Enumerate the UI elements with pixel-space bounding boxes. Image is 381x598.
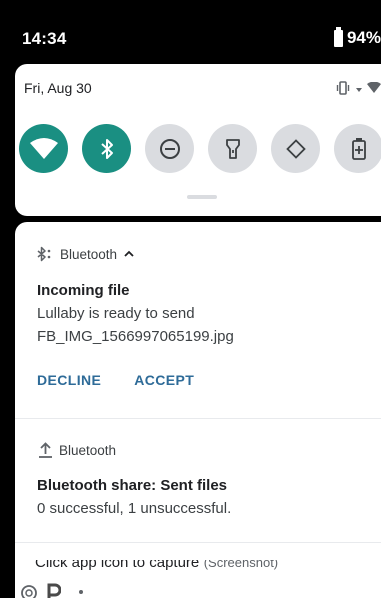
status-time: 14:34 (22, 29, 67, 48)
auto-rotate-icon (285, 138, 306, 159)
tile-auto-rotate[interactable] (271, 124, 320, 173)
peek-suffix: (Screenshot) (203, 560, 279, 570)
notification-sent-files[interactable]: Bluetooth Bluetooth share: Sent files 0 … (15, 442, 381, 517)
tile-wifi[interactable] (19, 124, 68, 173)
battery-indicator: 94% (333, 26, 381, 48)
notification-divider (15, 542, 381, 543)
notification-text: 0 successful, 1 unsuccessful. (37, 500, 232, 517)
tile-bluetooth[interactable] (82, 124, 131, 173)
tile-battery-saver[interactable] (334, 124, 381, 173)
notification-app-name: Bluetooth (60, 246, 118, 262)
wifi-icon (29, 137, 58, 159)
notification-divider (15, 418, 381, 419)
notification-text: Lullaby is ready to send (37, 305, 195, 322)
notification-header: Bluetooth (39, 442, 381, 458)
battery-saver-icon (351, 137, 366, 160)
battery-icon (333, 26, 343, 47)
notification-title: Bluetooth share: Sent files (37, 477, 228, 494)
aperture-icon (21, 585, 37, 598)
quick-settings-panel: Fri, Aug 30 (15, 64, 381, 216)
status-bar: 14:34 94% (0, 0, 381, 62)
accept-button[interactable]: ACCEPT (134, 372, 194, 388)
vibrate-icon (336, 81, 350, 95)
notification-header: Bluetooth (37, 246, 381, 262)
decline-button[interactable]: DECLINE (37, 372, 101, 388)
pinterest-p-icon (47, 583, 61, 598)
notification-title: Incoming file (37, 282, 130, 299)
battery-percent: 94% (346, 28, 381, 47)
notification-actions: DECLINE ACCEPT (37, 372, 381, 388)
bluetooth-transfer-icon (37, 246, 51, 262)
tile-do-not-disturb[interactable] (145, 124, 194, 173)
qs-status-icons (335, 81, 381, 95)
chevron-up-icon[interactable] (124, 250, 134, 258)
notification-shade: 14:34 94% Fri, Aug 30 Bluetooth Incoming… (0, 0, 381, 598)
notification-filename: FB_IMG_1566997065199.jpg (37, 328, 234, 345)
upload-icon (39, 442, 52, 458)
qs-expand-handle[interactable] (187, 195, 217, 199)
notification-incoming-file[interactable]: Bluetooth Incoming file Lullaby is ready… (15, 246, 381, 389)
quick-tiles-row (19, 124, 381, 173)
flashlight-icon (225, 138, 240, 159)
notification-icon-strip (15, 577, 381, 598)
bluetooth-icon (100, 138, 113, 159)
tile-flashlight[interactable] (208, 124, 257, 173)
qs-date: Fri, Aug 30 (24, 80, 92, 96)
data-activity-icon (356, 88, 362, 92)
notification-list: Bluetooth Incoming file Lullaby is ready… (15, 222, 381, 598)
peek-text: Click app icon to capture (35, 560, 200, 571)
notification-app-name: Bluetooth (59, 442, 117, 458)
wifi-signal-icon (367, 82, 381, 93)
do-not-disturb-icon (159, 138, 180, 159)
more-dot-icon (79, 590, 83, 594)
